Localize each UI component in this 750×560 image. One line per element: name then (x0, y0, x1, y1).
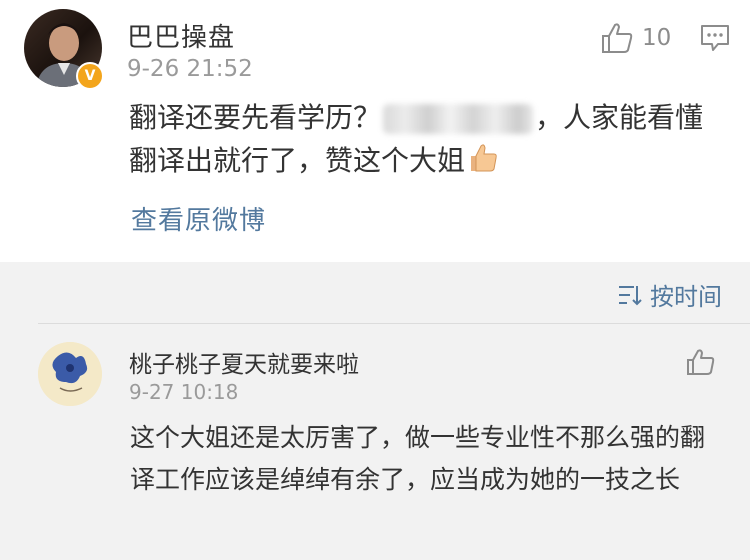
comment-thumbs-up-icon[interactable] (686, 348, 716, 376)
post-body: 翻译还要先看学历？ ，人家能看懂翻译出就行了，赞这个大姐 (129, 96, 719, 186)
author-avatar[interactable]: V (24, 9, 104, 90)
post-timestamp: 9-26 21:52 (127, 56, 253, 82)
comment-body: 这个大姐还是太厉害了，做一些专业性不那么强的翻译工作应该是绰绰有余了，应当成为她… (130, 423, 706, 494)
comment-icon[interactable] (700, 24, 730, 52)
sort-icon (619, 285, 642, 305)
comments-section: 按时间 桃子桃子夏天就要来啦 9-27 10:18 这个大姐还是太厉害了，做一些… (0, 262, 750, 560)
like-button[interactable]: 10 (600, 22, 671, 54)
post-card: V 巴巴操盘 9-26 21:52 10 翻译还要先看学历？ ，人家能看懂翻译出就… (0, 0, 750, 262)
author-name[interactable]: 巴巴操盘 (127, 17, 235, 54)
thumbs-up-icon (602, 23, 633, 53)
redacted-blur (383, 104, 534, 134)
sort-label: 按时间 (650, 283, 722, 311)
commenter-avatar[interactable] (38, 342, 102, 406)
comment-timestamp: 9-27 10:18 (129, 380, 239, 404)
like-count: 10 (642, 25, 672, 51)
sort-by-time-button[interactable]: 按时间 (618, 277, 722, 312)
divider (38, 323, 750, 324)
view-original-link[interactable]: 查看原微博 (131, 200, 266, 237)
commenter-name[interactable]: 桃子桃子夏天就要来啦 (129, 345, 359, 379)
post-text-part1: 翻译还要先看学历？ (129, 101, 382, 134)
thumbs-up-emoji-icon (467, 142, 499, 186)
verified-badge-icon: V (76, 62, 104, 90)
